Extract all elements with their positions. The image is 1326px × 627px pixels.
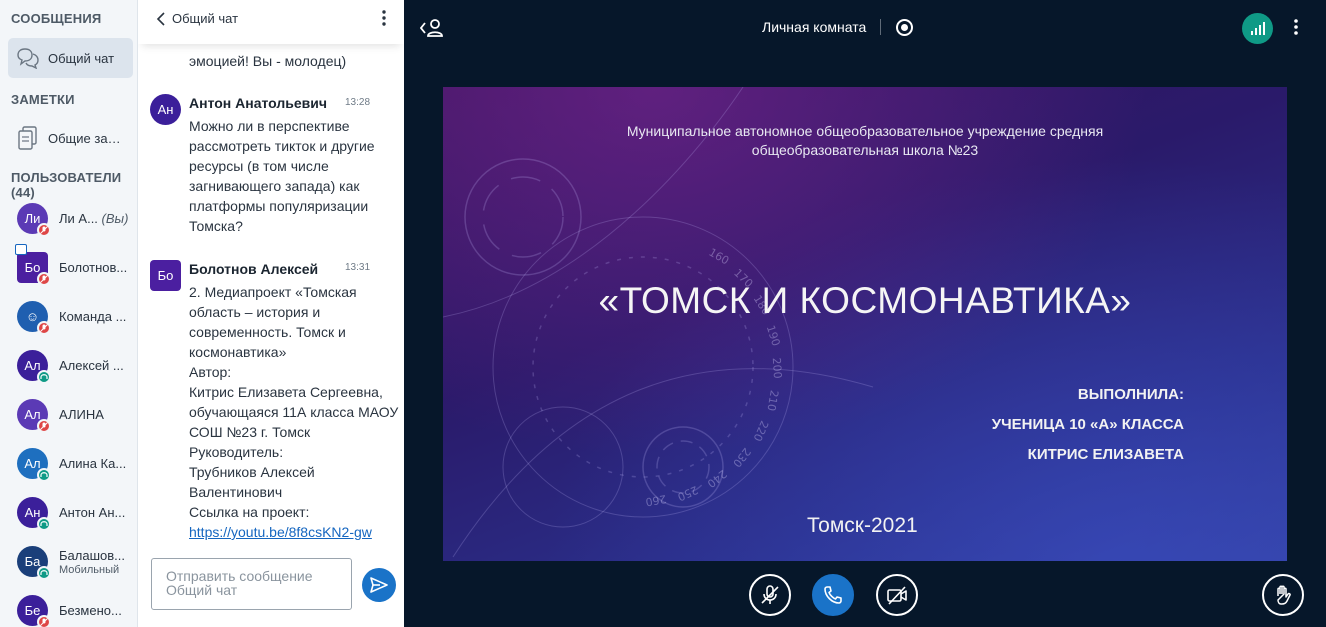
avatar: Ал [17,447,51,482]
record-icon [901,24,908,31]
user-name: Безмено... [59,602,122,618]
message-author: Болотнов Алексей [189,261,319,277]
options-menu-icon[interactable] [1294,19,1298,35]
mic-muted-icon [37,271,51,286]
headphones-icon [37,516,51,531]
user-list-item[interactable]: Ал Алина Ка... [17,445,135,482]
message-time: 13:31 [345,262,371,273]
mic-muted-icon [37,222,51,237]
user-list-item[interactable]: Ал АЛИНА [17,396,135,433]
chat-header: Общий чат [138,0,404,44]
user-name: Балашов... [59,547,125,563]
mic-muted-icon [37,418,51,433]
chat-panel: Общий чат эмоцией! Вы - молодец) Ан Анто… [138,0,404,627]
headphones-icon [37,369,51,384]
message-text-partial: эмоцией! Вы - молодец) [189,53,347,69]
unmute-button[interactable] [749,574,791,616]
avatar: Бо [150,260,181,291]
chat-bubbles-icon [8,47,48,69]
slide-school-name: Муниципальное автономное общеобразовател… [626,123,1104,158]
raise-hand-button[interactable] [1262,574,1304,616]
headphones-icon [37,467,51,482]
avatar: Ал [17,398,51,433]
user-list-item[interactable]: Ал Алексей ... [17,347,135,384]
message-text: Можно ли в перспективе рассмотреть тикто… [189,118,375,234]
user-name: Болотнов... [59,259,128,275]
slide-scale-number: 210 [764,389,780,412]
presenter-icon [15,243,27,255]
slide-title: «ТОМСК И КОСМОНАВТИКА» [598,280,1132,321]
camera-off-icon [887,586,907,605]
notes-icon [8,125,48,151]
slide-scale-number: 160 [707,246,732,268]
slide-scale-number: 220 [751,419,771,443]
mic-muted-icon [37,614,51,627]
headphones-icon [37,565,51,580]
avatar: Ли [17,202,51,237]
raise-hand-icon [1277,585,1291,605]
user-name: АЛИНА [59,406,104,422]
slide-scale-number: 230 [730,445,753,470]
user-client-type: Мобильный [59,564,120,576]
message-text: 2. Медиапроект «Томская область – истори… [189,284,399,540]
message-input[interactable]: Отправить сообщение Общий чат [151,558,352,610]
avatar: ☺ [17,300,51,335]
avatar: Ба [17,545,51,580]
notes-section-title: ЗАМЕТКИ [11,92,75,107]
user-name: Алексей ... [59,357,124,373]
main-stage: Личная комната 160 170 180 190 200 210 220 230 2… [404,0,1326,627]
slide-performed-by: ВЫПОЛНИЛА: [1077,386,1184,403]
chat-options-icon[interactable] [382,10,386,26]
message-time: 13:28 [345,97,371,108]
send-button[interactable] [362,568,396,602]
avatar: Ан [150,94,181,125]
user-list-item[interactable]: Бе Безмено... [17,592,135,627]
audio-button[interactable] [812,574,854,616]
record-button[interactable] [896,19,913,36]
user-list-item[interactable]: Бо Болотнов... [15,243,135,286]
project-link[interactable]: https://youtu.be/8f8csKN2-gw [189,524,372,540]
shared-notes-item[interactable]: Общие заметки [8,118,133,158]
message-author: Антон Анатольевич [189,95,327,111]
phone-icon [824,586,842,604]
user-name: Ли А... (Вы) [59,210,129,226]
chevron-left-icon[interactable] [156,12,166,30]
presentation-slide: 160 170 180 190 200 210 220 230 240 250 260 Муници… [443,87,1287,561]
avatar: Ал [17,349,51,384]
public-chat-label: Общий чат [48,50,115,66]
divider [880,19,881,35]
shared-notes-label: Общие заметки [48,130,128,146]
user-name: Команда ... [59,308,127,324]
slide-scale-number: 190 [764,324,783,348]
share-webcam-button[interactable] [876,574,918,616]
user-name: Алина Ка... [59,455,127,471]
send-icon [370,577,388,593]
slide-scale-number: 200 [770,357,784,379]
mic-muted-icon [37,320,51,335]
toggle-user-list-icon[interactable] [420,18,444,38]
mic-off-icon [761,585,779,604]
avatar: Бо [15,243,51,286]
public-chat-item[interactable]: Общий чат [8,38,133,78]
slide-pupil-class: УЧЕНИЦА 10 «А» КЛАССА [991,416,1184,433]
user-list-item[interactable]: Ан Антон Ан... [17,494,135,531]
user-list-item[interactable]: Ба Балашов... Мобильный [17,543,135,580]
slide-author-name: КИТРИС ЕЛИЗАВЕТА [1027,446,1184,463]
avatar: Бе [17,594,51,627]
room-title: Личная комната [762,19,867,35]
slide-scale-number: 260 [644,492,667,508]
user-list-item[interactable]: ☺ Команда ... [17,298,135,335]
chat-title[interactable]: Общий чат [172,11,238,26]
user-name: Антон Ан... [59,504,126,520]
connection-status-button[interactable] [1242,13,1273,44]
user-list-item[interactable]: Ли Ли А... (Вы) [17,200,135,237]
sidebar: СООБЩЕНИЯ Общий чат ЗАМЕТКИ Общие заметк… [0,0,138,627]
avatar: Ан [17,496,51,531]
slide-city-year: Томск-2021 [807,514,918,537]
slide-scale-number: 250 [675,483,699,503]
users-section-title: ПОЛЬЗОВАТЕЛИ (44) [11,170,122,200]
messages-section-title: СООБЩЕНИЯ [11,11,102,26]
